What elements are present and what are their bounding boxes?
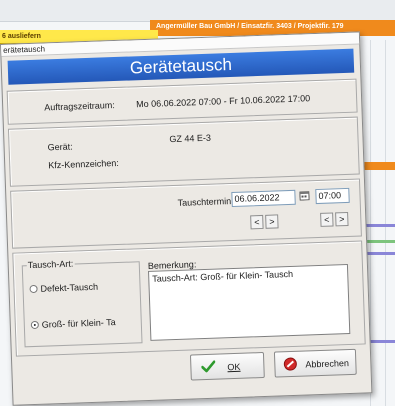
cancel-icon: [283, 357, 297, 371]
dialog-window-title: erätetausch: [3, 44, 46, 55]
date-next-button[interactable]: >: [265, 214, 279, 229]
checkmark-icon: [201, 360, 216, 374]
delivery-bar-text: 6 ausliefern: [2, 33, 41, 40]
device-value: GZ 44 E-3: [169, 132, 212, 145]
radio-button-selected[interactable]: [30, 320, 39, 330]
plate-label: Kfz-Kennzeichen:: [48, 157, 119, 171]
calendar-icon[interactable]: [297, 190, 311, 204]
background-tab-row: [0, 0, 395, 22]
radio-label: Groß- für Klein- Ta: [41, 317, 116, 330]
radio-button[interactable]: [29, 284, 38, 294]
exchange-time-input[interactable]: 07:00: [315, 187, 350, 205]
cancel-label: Abbrechen: [305, 358, 350, 370]
radio-label: Defekt-Tausch: [40, 281, 99, 294]
radio-large-for-small[interactable]: Groß- für Klein- Ta: [30, 317, 116, 330]
device-label: Gerät:: [47, 141, 73, 153]
time-prev-button[interactable]: <: [320, 212, 334, 227]
exchange-type-group: Tausch-Art: Defekt-Tausch Groß- für Klei…: [12, 240, 366, 357]
order-period-value: Mo 06.06.2022 07:00 - Fr 10.06.2022 17:0…: [136, 93, 311, 110]
exchange-date-group: Tauschtermin 06.06.2022 07:00 < > < >: [10, 178, 362, 249]
exchange-type-fieldset: Tausch-Art: Defekt-Tausch Groß- für Klei…: [21, 258, 143, 348]
exchange-date-input[interactable]: 06.06.2022: [231, 189, 296, 208]
time-next-button[interactable]: >: [335, 211, 349, 227]
cancel-button[interactable]: Abbrechen: [273, 348, 357, 378]
radio-defect-exchange[interactable]: Defekt-Tausch: [29, 282, 98, 294]
exchange-type-legend: Tausch-Art:: [26, 258, 75, 271]
project-header-text: Angermüller Bau GmbH / Einsatzfir. 3403 …: [156, 23, 344, 30]
date-prev-button[interactable]: <: [250, 214, 264, 230]
ok-button[interactable]: OK: [189, 351, 265, 381]
ok-label: OK: [227, 361, 241, 373]
exchange-date-label: Tauschtermin: [177, 196, 232, 208]
remarks-textarea[interactable]: Tausch-Art: Groß- für Klein- Tausch: [148, 263, 351, 341]
exchange-dialog: erätetausch Gerätetausch Auftragszeitrau…: [0, 31, 373, 406]
order-period-label: Auftragszeitraum:: [44, 100, 115, 113]
grid-line: [385, 40, 386, 406]
device-group: Gerät: GZ 44 E-3 Kfz-Kennzeichen:: [7, 116, 360, 187]
